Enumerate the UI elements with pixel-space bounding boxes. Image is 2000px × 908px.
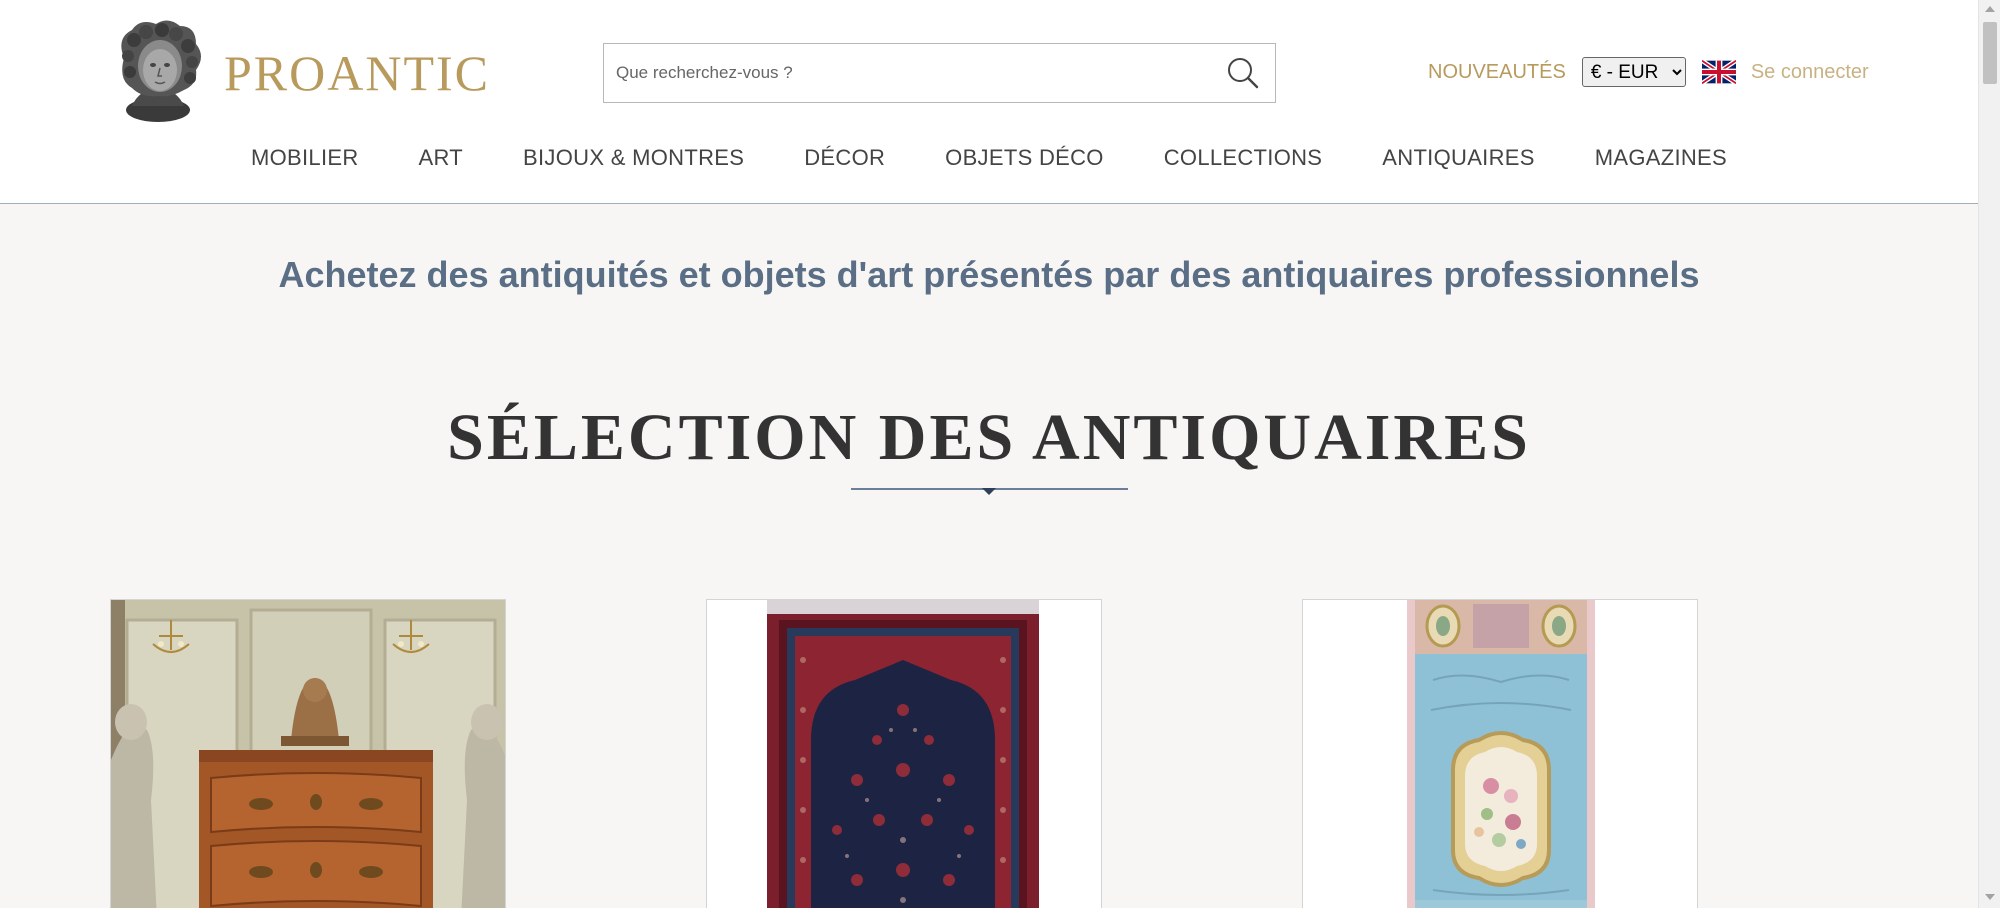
- nav-item-collections[interactable]: COLLECTIONS: [1164, 145, 1323, 171]
- uk-flag-icon[interactable]: [1701, 60, 1736, 84]
- bust-logo-icon: [121, 20, 201, 122]
- search-input[interactable]: [604, 44, 1204, 102]
- search-button[interactable]: [1225, 55, 1261, 91]
- main-navigation: MOBILIER ART BIJOUX & MONTRES DÉCOR OBJETS D…: [0, 145, 1978, 181]
- product-card-tapestry[interactable]: [1302, 599, 1698, 908]
- search-bar: [603, 43, 1276, 103]
- logo-text: PROANTIC: [224, 45, 491, 101]
- currency-select[interactable]: € - EUR: [1581, 57, 1686, 87]
- scroll-up-arrow-icon[interactable]: [1985, 6, 1995, 12]
- section-title: SÉLECTION DES ANTIQUAIRES: [447, 401, 1531, 474]
- logo-link[interactable]: PROANTIC: [110, 18, 490, 124]
- scroll-down-arrow-icon[interactable]: [1985, 894, 1995, 900]
- nav-item-decor[interactable]: DÉCOR: [804, 145, 885, 171]
- blue-aubusson-tapestry-photo: [1303, 600, 1697, 908]
- nav-item-objets-deco[interactable]: OBJETS DÉCO: [945, 145, 1104, 171]
- page-tagline: Achetez des antiquités et objets d'art p…: [278, 254, 1700, 295]
- persian-prayer-rug-photo: [707, 600, 1101, 908]
- header-utilities: NOUVEAUTÉS € - EUR Se connecter: [1428, 56, 1869, 88]
- scrollbar-thumb[interactable]: [1983, 22, 1997, 84]
- divider-diamond-icon: [982, 488, 996, 495]
- search-icon: [1228, 58, 1259, 89]
- commode-with-cherub-statues-photo: [111, 600, 505, 908]
- nav-item-bijoux-montres[interactable]: BIJOUX & MONTRES: [523, 145, 744, 171]
- nav-item-magazines[interactable]: MAGAZINES: [1595, 145, 1727, 171]
- product-card-commode[interactable]: [110, 599, 506, 908]
- nav-item-art[interactable]: ART: [419, 145, 464, 171]
- nav-item-mobilier[interactable]: MOBILIER: [251, 145, 359, 171]
- nouveautes-link[interactable]: NOUVEAUTÉS: [1428, 61, 1566, 84]
- product-card-rug[interactable]: [706, 599, 1102, 908]
- login-link[interactable]: Se connecter: [1751, 61, 1869, 84]
- nav-item-antiquaires[interactable]: ANTIQUAIRES: [1382, 145, 1534, 171]
- site-header: PROANTIC NOUVEAUTÉS € - EUR Se connecter…: [0, 0, 1978, 204]
- vertical-scrollbar[interactable]: [1978, 0, 2000, 908]
